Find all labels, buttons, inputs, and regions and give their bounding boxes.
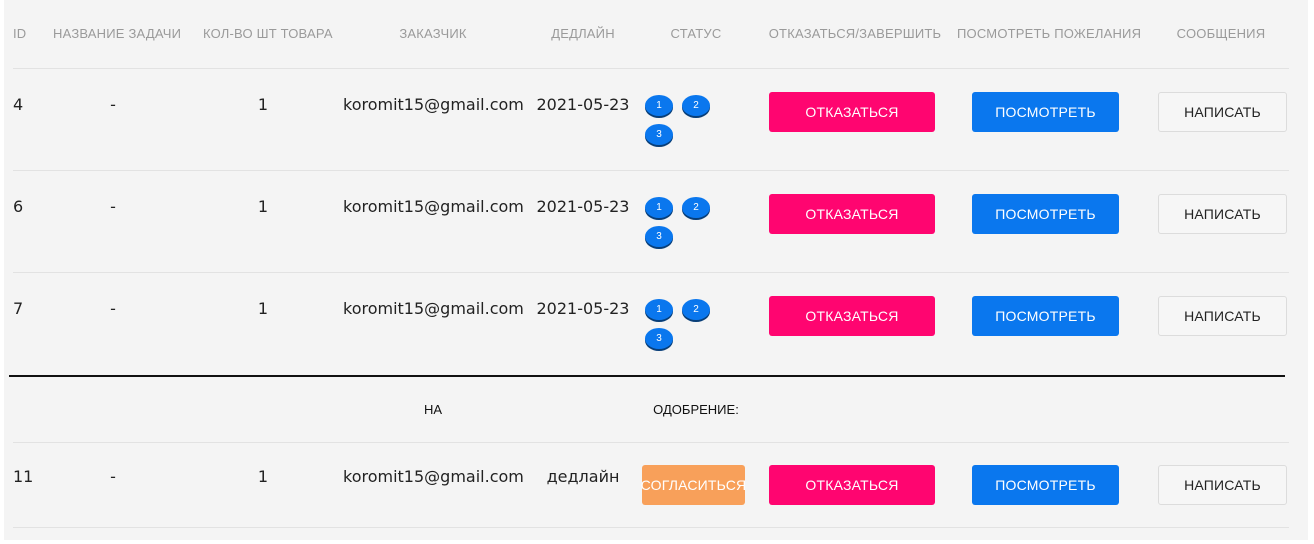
write-message-button[interactable]: НАПИСАТЬ [1158, 194, 1287, 234]
row-id: 4 [13, 95, 24, 114]
refuse-button[interactable]: ОТКАЗАТЬСЯ [769, 465, 935, 505]
col-header-qty: КОЛ-ВО ШТ ТОВАРА [203, 26, 333, 41]
row-task-name: - [110, 197, 116, 216]
status-step-2[interactable]: 2 [682, 197, 710, 218]
row-deadline: 2021-05-23 [536, 95, 630, 114]
row-customer: koromit15@gmail.com [343, 95, 524, 114]
status-step-2[interactable]: 2 [682, 95, 710, 116]
orders-table: ID НАЗВАНИЕ ЗАДАЧИ КОЛ-ВО ШТ ТОВАРА ЗАКА… [13, 0, 1289, 528]
row-qty: 1 [257, 197, 269, 216]
col-header-action: ОТКАЗАТЬСЯ/ЗАВЕРШИТЬ [768, 26, 942, 41]
table-row: 6 - 1 koromit15@gmail.com 2021-05-23 1 2… [13, 171, 1289, 273]
row-qty: 1 [257, 95, 269, 114]
status-step-1[interactable]: 1 [645, 95, 673, 116]
row-task-name: - [110, 95, 116, 114]
approval-header-right: ОДОБРЕНИЕ: [653, 402, 739, 417]
row-deadline: дедлайн [546, 467, 620, 486]
orders-panel: ID НАЗВАНИЕ ЗАДАЧИ КОЛ-ВО ШТ ТОВАРА ЗАКА… [4, 0, 1308, 540]
col-header-name: НАЗВАНИЕ ЗАДАЧИ [53, 26, 182, 41]
table-header: ID НАЗВАНИЕ ЗАДАЧИ КОЛ-ВО ШТ ТОВАРА ЗАКА… [13, 0, 1289, 69]
row-customer: koromit15@gmail.com [343, 299, 524, 318]
table-row: 11 - 1 koromit15@gmail.com дедлайн СОГЛА… [13, 443, 1289, 528]
row-task-name: - [110, 467, 116, 486]
refuse-button[interactable]: ОТКАЗАТЬСЯ [769, 194, 935, 234]
section-divider [9, 375, 1285, 377]
row-customer: koromit15@gmail.com [343, 467, 524, 486]
view-wishes-button[interactable]: ПОСМОТРЕТЬ [972, 194, 1119, 234]
row-qty: 1 [257, 467, 269, 486]
write-message-button[interactable]: НАПИСАТЬ [1158, 465, 1287, 505]
row-deadline: 2021-05-23 [536, 299, 630, 318]
col-header-id: ID [13, 26, 27, 41]
status-step-3[interactable]: 3 [645, 328, 673, 349]
row-id: 6 [13, 197, 24, 216]
col-header-wishes: ПОСМОТРЕТЬ ПОЖЕЛАНИЯ [957, 26, 1142, 41]
view-wishes-button[interactable]: ПОСМОТРЕТЬ [972, 92, 1119, 132]
row-id: 7 [13, 299, 24, 318]
approval-header-left: НА [423, 402, 443, 417]
approval-section-header: НА ОДОБРЕНИЕ: [13, 376, 1289, 443]
status-step-2[interactable]: 2 [682, 299, 710, 320]
row-customer: koromit15@gmail.com [343, 197, 524, 216]
write-message-button[interactable]: НАПИСАТЬ [1158, 296, 1287, 336]
status-step-3[interactable]: 3 [645, 124, 673, 145]
col-header-status: СТАТУС [670, 26, 722, 41]
view-wishes-button[interactable]: ПОСМОТРЕТЬ [972, 296, 1119, 336]
table-row: 7 - 1 koromit15@gmail.com 2021-05-23 1 2… [13, 273, 1289, 374]
refuse-button[interactable]: ОТКАЗАТЬСЯ [769, 296, 935, 336]
col-header-deadline: ДЕДЛАЙН [551, 26, 615, 41]
refuse-button[interactable]: ОТКАЗАТЬСЯ [769, 92, 935, 132]
status-step-3[interactable]: 3 [645, 226, 673, 247]
status-step-1[interactable]: 1 [645, 197, 673, 218]
col-header-customer: ЗАКАЗЧИК [399, 26, 467, 41]
agree-button[interactable]: СОГЛАСИТЬСЯ [641, 465, 746, 505]
row-task-name: - [110, 299, 116, 318]
row-deadline: 2021-05-23 [536, 197, 630, 216]
row-id: 11 [13, 467, 34, 486]
status-step-1[interactable]: 1 [645, 299, 673, 320]
row-qty: 1 [257, 299, 269, 318]
view-wishes-button[interactable]: ПОСМОТРЕТЬ [972, 465, 1119, 505]
col-header-messages: СООБЩЕНИЯ [1176, 26, 1266, 41]
table-row: 4 - 1 koromit15@gmail.com 2021-05-23 1 2… [13, 69, 1289, 171]
write-message-button[interactable]: НАПИСАТЬ [1158, 92, 1287, 132]
